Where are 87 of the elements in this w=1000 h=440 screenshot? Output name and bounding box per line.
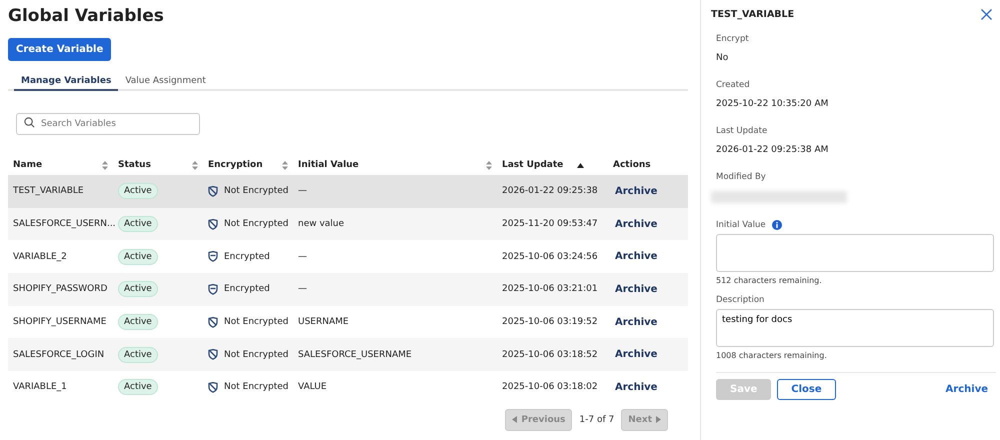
- table-row[interactable]: SHOPIFY_PASSWORD Active Encrypted — 2025-10-06 03:21:01 Archive: [8, 273, 688, 306]
- archive-link[interactable]: Archive: [615, 316, 658, 328]
- table-cell: 2025-10-06 03:18:52: [502, 350, 598, 360]
- column-header[interactable]: Initial Value: [293, 160, 497, 170]
- initial-value-field[interactable]: [716, 234, 994, 272]
- field-label: Description: [716, 295, 766, 305]
- status-badge: Active: [118, 314, 158, 330]
- caret-right-icon: [656, 416, 661, 424]
- table-cell: VARIABLE_2: [13, 252, 67, 262]
- field-label: Modified By: [716, 172, 767, 182]
- field-value: 2026-01-22 09:25:38 AM: [716, 145, 830, 155]
- archive-link[interactable]: Archive: [615, 186, 658, 197]
- status-badge: Active: [118, 281, 158, 298]
- page-range: 1-7 of 7: [579, 414, 614, 425]
- table-row[interactable]: SHOPIFY_USERNAME Active Not Encrypted USERNAME 2025-10-06 03:19:52 Archive: [8, 306, 688, 338]
- table-cell: VALUE: [298, 382, 327, 392]
- status-badge: Active: [118, 379, 158, 396]
- column-header[interactable]: Last Update: [497, 160, 590, 170]
- table-cell: —: [298, 186, 307, 196]
- archive-link[interactable]: Archive: [946, 384, 988, 395]
- archive-link[interactable]: Archive: [615, 349, 658, 360]
- sort-icon[interactable]: [102, 160, 108, 170]
- archive-link[interactable]: Archive: [615, 218, 658, 230]
- archive-link[interactable]: Archive: [615, 382, 658, 393]
- table-cell: Not Encrypted: [224, 350, 288, 360]
- table-cell: 2025-10-06 03:19:52: [502, 317, 598, 328]
- table-cell: 2025-11-20 09:53:47: [502, 219, 598, 230]
- archive-link[interactable]: Archive: [615, 284, 658, 295]
- field-value: No: [716, 53, 730, 63]
- table-cell: Not Encrypted: [224, 317, 288, 328]
- field-label: Initial Value: [716, 220, 766, 230]
- archive-link[interactable]: Archive: [615, 251, 658, 262]
- table-cell: SALESFORCE_USERN...: [13, 219, 116, 230]
- create-variable-button[interactable]: Create Variable: [8, 38, 112, 61]
- status-badge: Active: [118, 183, 158, 200]
- character-count: 512 characters remaining.: [716, 276, 823, 285]
- table-cell: VARIABLE_1: [13, 382, 67, 392]
- close-button[interactable]: Close: [777, 379, 836, 400]
- search-field[interactable]: Search Variables: [16, 113, 200, 135]
- field-value: 2025-10-22 10:35:20 AM: [716, 99, 830, 109]
- table-cell: SALESFORCE_USERNAME: [298, 350, 412, 360]
- character-count: 1008 characters remaining.: [716, 351, 828, 360]
- column-header[interactable]: Encryption: [203, 160, 293, 170]
- table-row[interactable]: TEST_VARIABLE Active Not Encrypted — 2026-01-22 09:25:38 Archive: [8, 175, 688, 208]
- table-cell: SHOPIFY_USERNAME: [13, 317, 106, 328]
- search-icon: [24, 116, 35, 128]
- table-cell: Encrypted: [224, 284, 270, 294]
- sort-icon[interactable]: [282, 160, 288, 170]
- panel-title: TEST_VARIABLE: [711, 9, 794, 20]
- column-header[interactable]: Status: [113, 160, 203, 170]
- field-label: Created: [716, 80, 751, 90]
- info-icon[interactable]: [772, 220, 782, 230]
- tab[interactable]: Value Assignment: [118, 72, 213, 91]
- table-cell: 2025-10-06 03:18:02: [502, 382, 598, 392]
- tab[interactable]: Manage Variables: [14, 72, 118, 91]
- column-header[interactable]: Actions: [590, 160, 688, 170]
- table-row[interactable]: VARIABLE_1 Active Not Encrypted VALUE 2025-10-06 03:18:02 Archive: [8, 371, 688, 404]
- table-row[interactable]: SALESFORCE_LOGIN Active Not Encrypted SALESFORCE_USERNAME 2025-10-06 03:18:52 Archive: [8, 338, 688, 372]
- field-label: Last Update: [716, 126, 768, 136]
- sort-icon[interactable]: [192, 160, 198, 170]
- table-cell: —: [298, 252, 307, 262]
- table-cell: Not Encrypted: [224, 186, 288, 196]
- table-cell: 2026-01-22 09:25:38: [502, 186, 598, 196]
- close-icon[interactable]: [981, 9, 992, 20]
- table-row[interactable]: VARIABLE_2 Active Encrypted — 2025-10-06 03:24:56 Archive: [8, 240, 688, 274]
- field-label: Encrypt: [716, 34, 750, 44]
- sort-icon[interactable]: [486, 160, 492, 170]
- caret-left-icon: [512, 416, 518, 424]
- table-cell: 2025-10-06 03:21:01: [502, 284, 598, 294]
- page-title: Global Variables: [8, 6, 165, 26]
- table-cell: USERNAME: [298, 317, 349, 328]
- table-cell: Not Encrypted: [224, 219, 288, 230]
- description-field[interactable]: testing for docs: [716, 309, 994, 347]
- table-cell: new value: [298, 219, 344, 230]
- table-cell: Not Encrypted: [224, 382, 288, 392]
- table-cell: Encrypted: [224, 252, 270, 262]
- table-row[interactable]: SALESFORCE_USERN... Active Not Encrypted new value 2025-11-20 09:53:47 Archive: [8, 208, 688, 240]
- status-badge: Active: [118, 346, 158, 363]
- table-cell: TEST_VARIABLE: [13, 186, 84, 196]
- sort-ascending-icon[interactable]: [577, 162, 584, 168]
- table-cell: —: [298, 284, 307, 294]
- table-cell: 2025-10-06 03:24:56: [502, 252, 598, 262]
- table-cell: SALESFORCE_LOGIN: [13, 350, 104, 360]
- status-badge: Active: [118, 248, 158, 265]
- column-header[interactable]: Name: [8, 160, 113, 170]
- table-cell: SHOPIFY_PASSWORD: [13, 284, 108, 294]
- status-badge: Active: [118, 216, 158, 232]
